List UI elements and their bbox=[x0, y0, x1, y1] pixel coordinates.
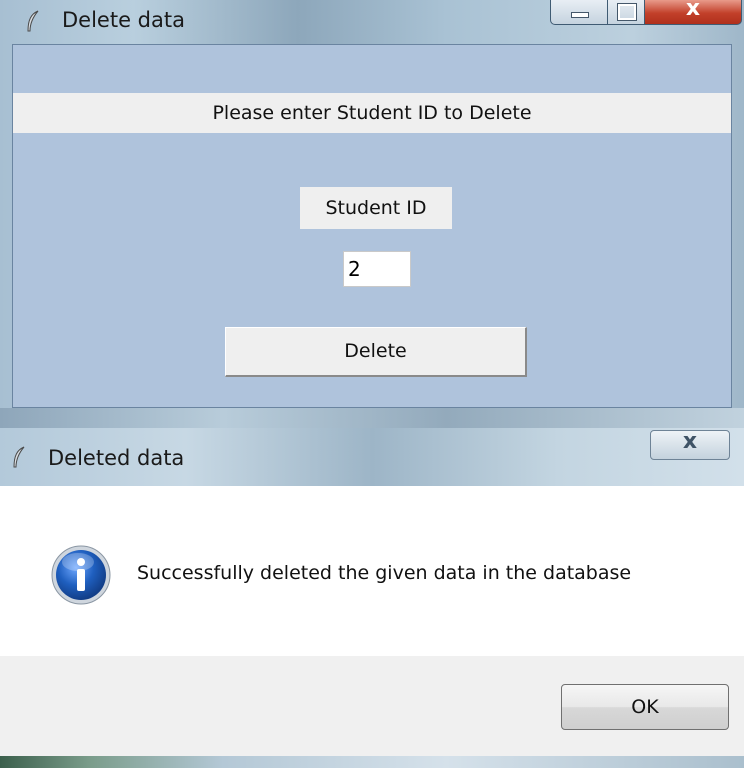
dialog-button-bar: OK bbox=[0, 656, 744, 756]
info-icon bbox=[51, 545, 111, 605]
instruction-banner: Please enter Student ID to Delete bbox=[13, 93, 731, 133]
student-id-input[interactable] bbox=[343, 251, 411, 287]
minimize-icon[interactable] bbox=[550, 0, 608, 25]
message-area: Successfully deleted the given data in t… bbox=[0, 486, 744, 656]
caption-buttons bbox=[550, 0, 742, 28]
deleted-data-dialog: Deleted data Successfully deleted the bbox=[0, 428, 744, 768]
dialog-title: Deleted data bbox=[48, 446, 185, 470]
delete-button[interactable]: Delete bbox=[225, 327, 527, 377]
maximize-icon[interactable] bbox=[608, 0, 645, 25]
dialog-titlebar[interactable]: Deleted data bbox=[0, 428, 744, 486]
success-message: Successfully deleted the given data in t… bbox=[137, 562, 632, 584]
ok-button[interactable]: OK bbox=[561, 684, 729, 730]
screen: Delete data Please enter Student ID to D… bbox=[0, 0, 744, 768]
window-title: Delete data bbox=[62, 8, 185, 32]
taskbar-strip bbox=[0, 756, 744, 768]
feather-icon bbox=[27, 10, 39, 32]
delete-form: Please enter Student ID to Delete Studen… bbox=[12, 44, 732, 408]
feather-icon bbox=[13, 446, 25, 468]
student-id-label: Student ID bbox=[300, 187, 452, 229]
delete-data-titlebar[interactable]: Delete data bbox=[0, 0, 744, 44]
window-frame-bottom bbox=[0, 408, 744, 428]
delete-data-window: Delete data Please enter Student ID to D… bbox=[0, 0, 744, 428]
close-icon[interactable] bbox=[650, 429, 730, 460]
close-icon[interactable] bbox=[645, 0, 742, 25]
